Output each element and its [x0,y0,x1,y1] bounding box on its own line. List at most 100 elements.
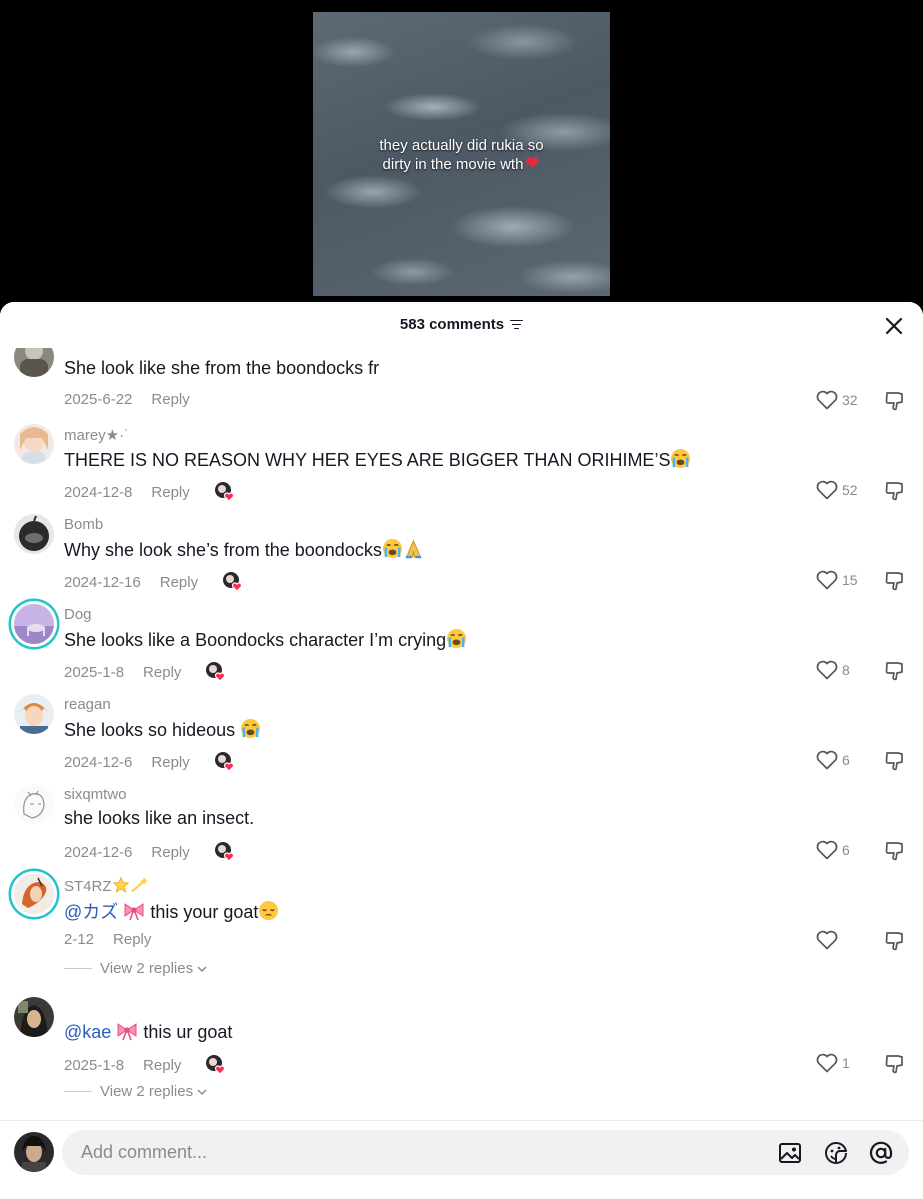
avatar[interactable] [14,694,54,734]
like-count: 1 [842,1055,850,1071]
reply-button[interactable]: Reply [143,664,181,681]
heart-icon [816,390,838,410]
avatar[interactable] [14,874,54,914]
video-area[interactable]: they actually did rukia so dirty in the … [0,0,923,320]
comments-title: 583 comments [399,316,505,333]
like-count: 6 [842,842,850,858]
dislike-button[interactable] [884,480,906,507]
thumbs-down-icon [885,1055,903,1074]
comment-text: @カズ this your goat [64,898,279,926]
comments-sheet: 583 comments She look like she from the … [0,302,923,1199]
comment-username[interactable]: Dog [64,606,92,623]
like-button[interactable]: 6 [816,750,850,770]
avatar[interactable] [14,604,54,644]
comment-username[interactable]: sixqmtwo [64,786,127,803]
creator-liked-badge [214,841,236,863]
dizzy-emoji [130,876,148,898]
dislike-button[interactable] [884,1053,906,1080]
comment-username[interactable]: Bomb [64,516,103,533]
comment-username[interactable]: reagan [64,696,111,713]
like-button[interactable]: 1 [816,1053,850,1073]
mention-icon[interactable] [868,1140,894,1166]
close-button[interactable] [883,315,905,337]
loudly-crying-emoji [446,628,467,654]
creator-liked-badge [214,481,236,503]
reply-button[interactable]: Reply [151,484,189,501]
comment-date: 2024-12-6 [64,843,133,861]
dislike-button[interactable] [884,390,906,417]
filter-icon[interactable] [510,319,524,330]
creator-liked-badge [205,1054,227,1076]
reply-button[interactable]: Reply [151,844,189,861]
view-replies-label: View 2 replies [100,1083,194,1100]
comment-meta: 2024-12-6 Reply [64,841,236,863]
comment-text: Why she look she’s from the boondocks [64,538,424,564]
comment-text: She look like she from the boondocks fr [64,358,380,378]
mention-link[interactable]: @カズ [64,902,118,922]
loudly-crying-emoji [382,538,403,564]
comment-date: 2024-12-6 [64,753,133,771]
chevron-down-icon [197,1088,207,1095]
comment-text: @kae this ur goat [64,1021,232,1046]
like-button[interactable]: 15 [816,570,858,590]
thumbs-down-icon [885,662,903,681]
avatar[interactable] [14,997,54,1037]
comment-meta: 2-12 Reply [64,931,151,948]
like-count: 32 [842,392,858,408]
comment-date: 2025-1-8 [64,1056,125,1074]
thumbs-down-icon [885,752,903,771]
thumbs-down-icon [885,842,903,861]
heart-icon [816,930,838,950]
heart-icon [816,660,838,680]
comment-text: She looks so hideous [64,718,261,744]
like-button[interactable]: 8 [816,660,850,680]
dislike-button[interactable] [884,750,906,777]
thumbs-down-icon [885,932,903,951]
caption-line-1: they actually did rukia so [379,137,544,154]
like-button[interactable]: 6 [816,840,850,860]
comment-composer [0,1120,923,1199]
close-icon [885,317,903,335]
like-button[interactable]: 52 [816,480,858,500]
heart-icon [816,840,838,860]
dislike-button[interactable] [884,570,906,597]
view-replies-button[interactable]: View 2 replies [64,1083,208,1100]
mention-link[interactable]: @kae [64,1022,111,1042]
sticker-icon[interactable] [823,1140,849,1166]
image-icon[interactable] [777,1140,803,1166]
comment-meta: 2024-12-8 Reply [64,481,236,503]
pensive-face-emoji [258,900,279,926]
comment-meta: 2025-1-8 Reply [64,661,227,683]
dislike-button[interactable] [884,930,906,957]
like-count: 8 [842,662,850,678]
avatar[interactable] [14,784,54,824]
ribbon-emoji [123,901,145,926]
creator-liked-badge [205,661,227,683]
comment-username[interactable]: ST4RZ [64,876,148,898]
dislike-button[interactable] [884,660,906,687]
reply-button[interactable]: Reply [113,931,151,948]
reply-button[interactable]: Reply [151,754,189,771]
reply-button[interactable]: Reply [160,574,198,591]
reply-button[interactable]: Reply [143,1057,181,1074]
reply-button[interactable]: Reply [151,391,189,408]
my-avatar[interactable] [14,1132,54,1172]
like-button[interactable]: 32 [816,390,858,410]
comment-text: THERE IS NO REASON WHY HER EYES ARE BIGG… [64,448,691,474]
comment-username[interactable]: marey★·˙ [64,426,129,444]
dislike-button[interactable] [884,840,906,867]
comments-count-button[interactable]: 583 comments [399,316,524,333]
replies-divider [64,968,92,969]
comment-text: she looks like an insect. [64,808,255,828]
like-button[interactable] [816,930,842,950]
caption-line-2: dirty in the movie wth [382,156,524,173]
video-player[interactable]: they actually did rukia so dirty in the … [313,12,610,296]
broken-heart-emoji [525,154,542,175]
ribbon-emoji [116,1021,138,1046]
thumbs-down-icon [885,572,903,591]
view-replies-button[interactable]: View 2 replies [64,960,208,977]
comment-date: 2024-12-8 [64,483,133,501]
avatar[interactable] [14,514,54,554]
avatar[interactable] [14,424,54,464]
heart-icon [816,1053,838,1073]
